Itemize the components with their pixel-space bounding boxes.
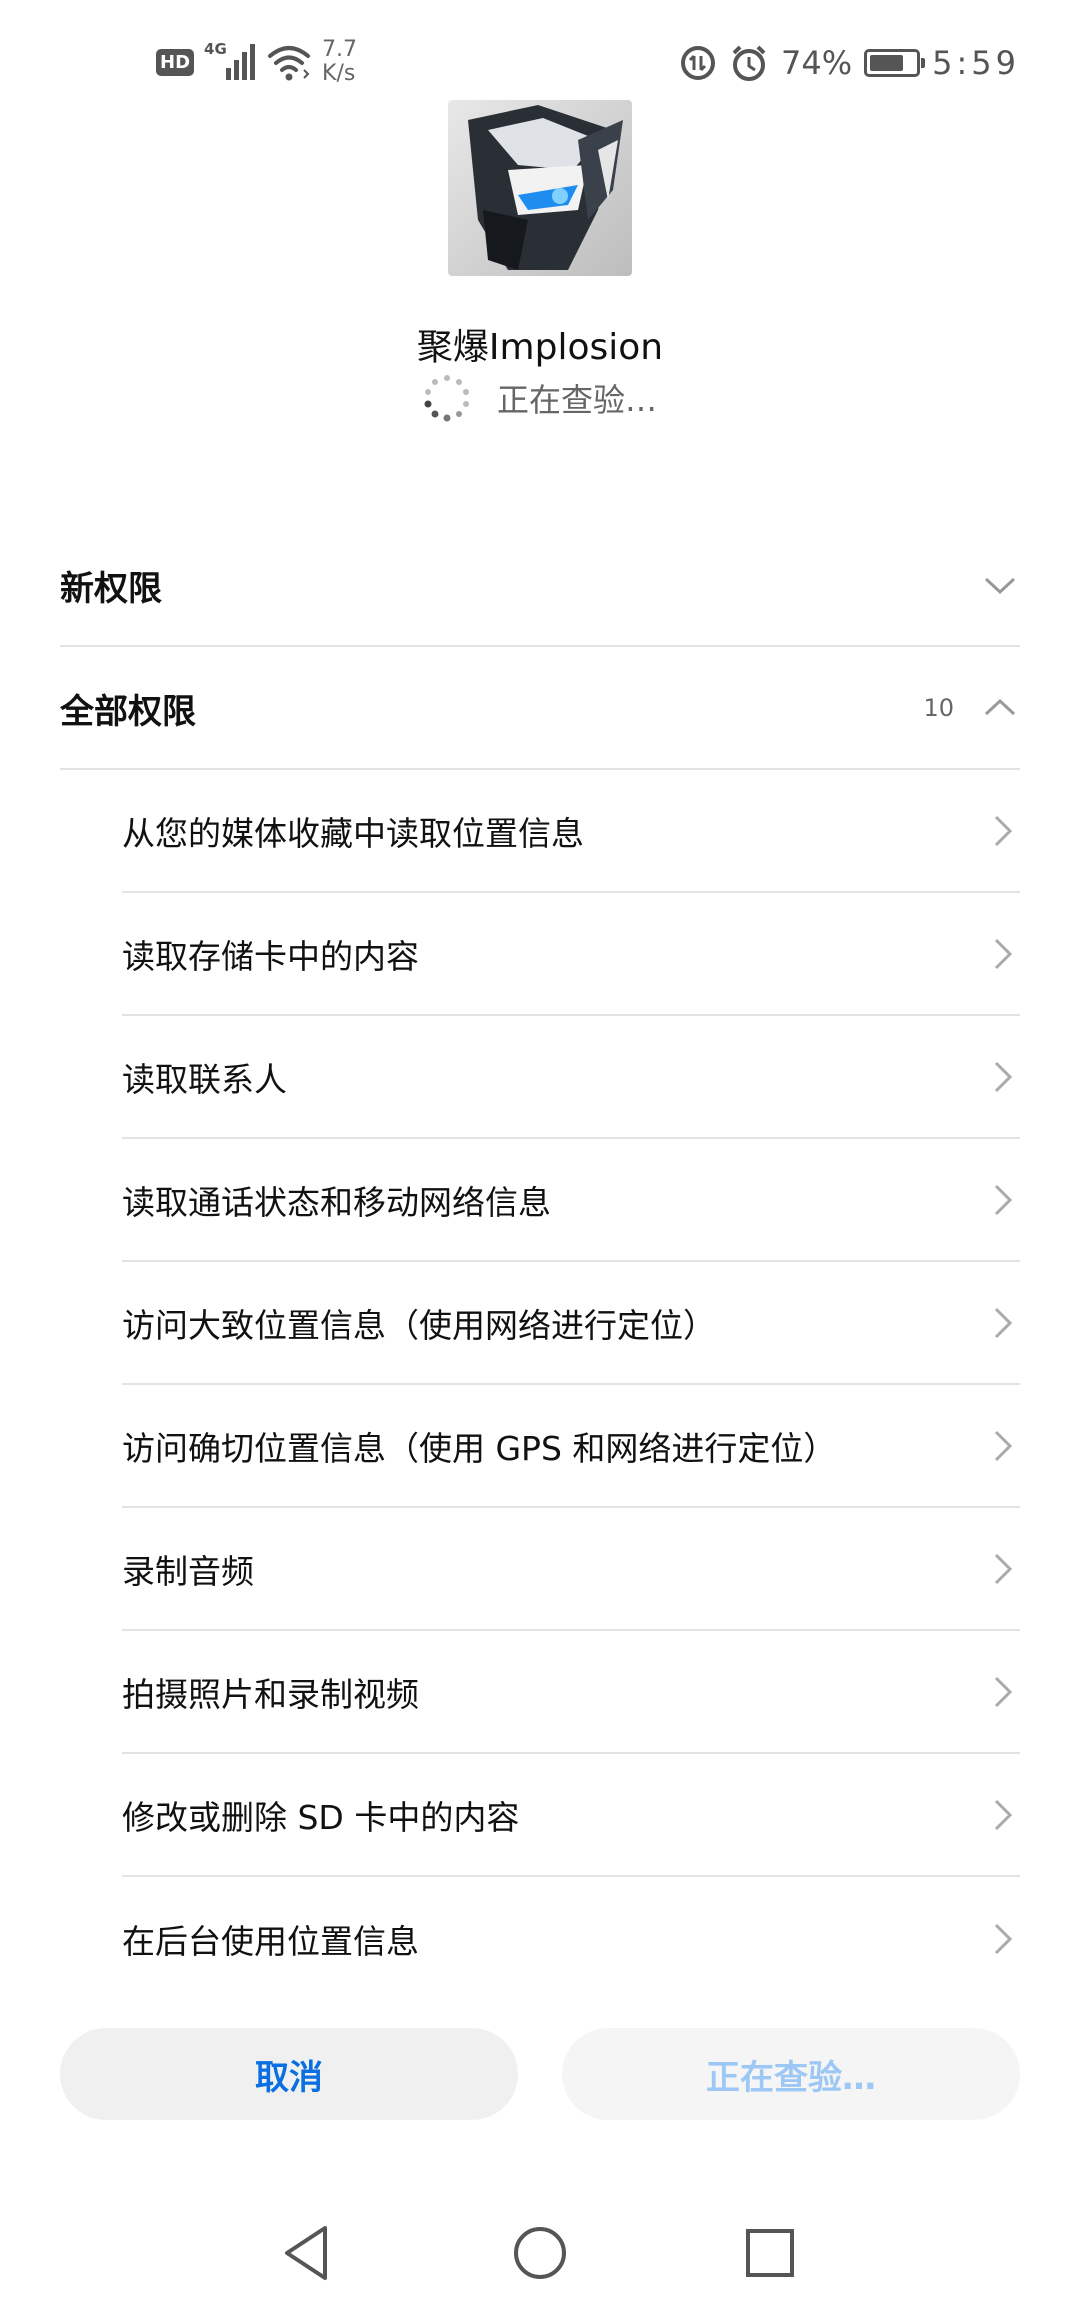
permission-label: 访问确切位置信息（使用 GPS 和网络进行定位） bbox=[122, 1429, 837, 1468]
network-type-label: 4G bbox=[204, 40, 227, 58]
section-title: 新权限 bbox=[60, 568, 162, 609]
chevron-right-icon bbox=[994, 1676, 1013, 1708]
cancel-button[interactable]: 取消 bbox=[60, 2028, 518, 2120]
verification-status: 正在查验… bbox=[0, 372, 1080, 424]
chevron-right-icon bbox=[994, 1184, 1013, 1216]
section-title: 全部权限 bbox=[60, 691, 196, 732]
permission-label: 读取通话状态和移动网络信息 bbox=[122, 1183, 551, 1222]
hd-voice-badge: HD bbox=[156, 48, 195, 76]
clock-time: 5:59 bbox=[932, 44, 1020, 82]
alarm-icon bbox=[732, 45, 766, 81]
cellular-signal-icon: 4G bbox=[204, 40, 256, 84]
permission-label: 读取联系人 bbox=[122, 1060, 287, 1099]
permission-label: 拍摄照片和录制视频 bbox=[122, 1675, 419, 1714]
network-speed-unit: K/s bbox=[322, 61, 356, 86]
chevron-right-icon bbox=[994, 1553, 1013, 1585]
status-left: HD 4G 7.7 K/s bbox=[156, 34, 382, 90]
permission-item[interactable]: 访问大致位置信息（使用网络进行定位） bbox=[122, 1263, 1020, 1385]
chevron-down-icon bbox=[984, 577, 1016, 595]
chevron-right-icon bbox=[994, 815, 1013, 847]
section-all-permissions[interactable]: 全部权限 10 bbox=[60, 648, 1020, 770]
recents-icon[interactable] bbox=[735, 2218, 805, 2288]
verification-status-text: 正在查验… bbox=[496, 381, 657, 419]
battery-percent: 74% bbox=[781, 44, 853, 82]
permission-item[interactable]: 拍摄照片和录制视频 bbox=[122, 1632, 1020, 1754]
permission-item[interactable]: 访问确切位置信息（使用 GPS 和网络进行定位） bbox=[122, 1386, 1020, 1508]
status-right: 74% 5:59 bbox=[679, 38, 1020, 88]
permission-label: 访问大致位置信息（使用网络进行定位） bbox=[122, 1306, 716, 1345]
network-speed-value: 7.7 bbox=[322, 37, 358, 62]
data-saver-icon bbox=[681, 46, 716, 80]
permission-item[interactable]: 读取存储卡中的内容 bbox=[122, 894, 1020, 1016]
permission-item[interactable]: 从您的媒体收藏中读取位置信息 bbox=[122, 771, 1020, 893]
back-icon[interactable] bbox=[273, 2218, 343, 2288]
permission-label: 录制音频 bbox=[122, 1552, 254, 1591]
permission-label: 在后台使用位置信息 bbox=[122, 1922, 419, 1961]
app-icon bbox=[448, 100, 632, 276]
chevron-right-icon bbox=[994, 1923, 1013, 1955]
battery-icon bbox=[864, 49, 926, 77]
home-icon[interactable] bbox=[505, 2218, 575, 2288]
chevron-up-icon bbox=[984, 698, 1016, 716]
permission-item[interactable]: 修改或删除 SD 卡中的内容 bbox=[122, 1755, 1020, 1877]
loading-spinner-icon bbox=[424, 375, 469, 422]
network-speed: 7.7 K/s bbox=[322, 38, 382, 86]
battery-level-fill bbox=[870, 55, 903, 71]
permission-label: 从您的媒体收藏中读取位置信息 bbox=[122, 814, 584, 853]
chevron-right-icon bbox=[994, 1799, 1013, 1831]
chevron-right-icon bbox=[994, 1061, 1013, 1093]
permission-item[interactable]: 在后台使用位置信息 bbox=[122, 1878, 1020, 2000]
status-bar: HD 4G 7.7 K/s 74% 5:59 bbox=[0, 0, 1080, 110]
permission-count: 10 bbox=[923, 694, 954, 722]
navigation-bar bbox=[0, 2200, 1080, 2310]
permission-item[interactable]: 读取联系人 bbox=[122, 1017, 1020, 1139]
permission-item[interactable]: 录制音频 bbox=[122, 1509, 1020, 1631]
permission-label: 修改或删除 SD 卡中的内容 bbox=[122, 1798, 520, 1837]
checking-button[interactable]: 正在查验… bbox=[562, 2028, 1020, 2120]
chevron-right-icon bbox=[994, 1430, 1013, 1462]
section-new-permissions[interactable]: 新权限 bbox=[60, 525, 1020, 647]
wifi-icon bbox=[268, 46, 311, 81]
chevron-right-icon bbox=[994, 938, 1013, 970]
permission-item[interactable]: 读取通话状态和移动网络信息 bbox=[122, 1140, 1020, 1262]
permission-label: 读取存储卡中的内容 bbox=[122, 937, 419, 976]
app-name: 聚爆Implosion bbox=[416, 327, 664, 368]
chevron-right-icon bbox=[994, 1307, 1013, 1339]
